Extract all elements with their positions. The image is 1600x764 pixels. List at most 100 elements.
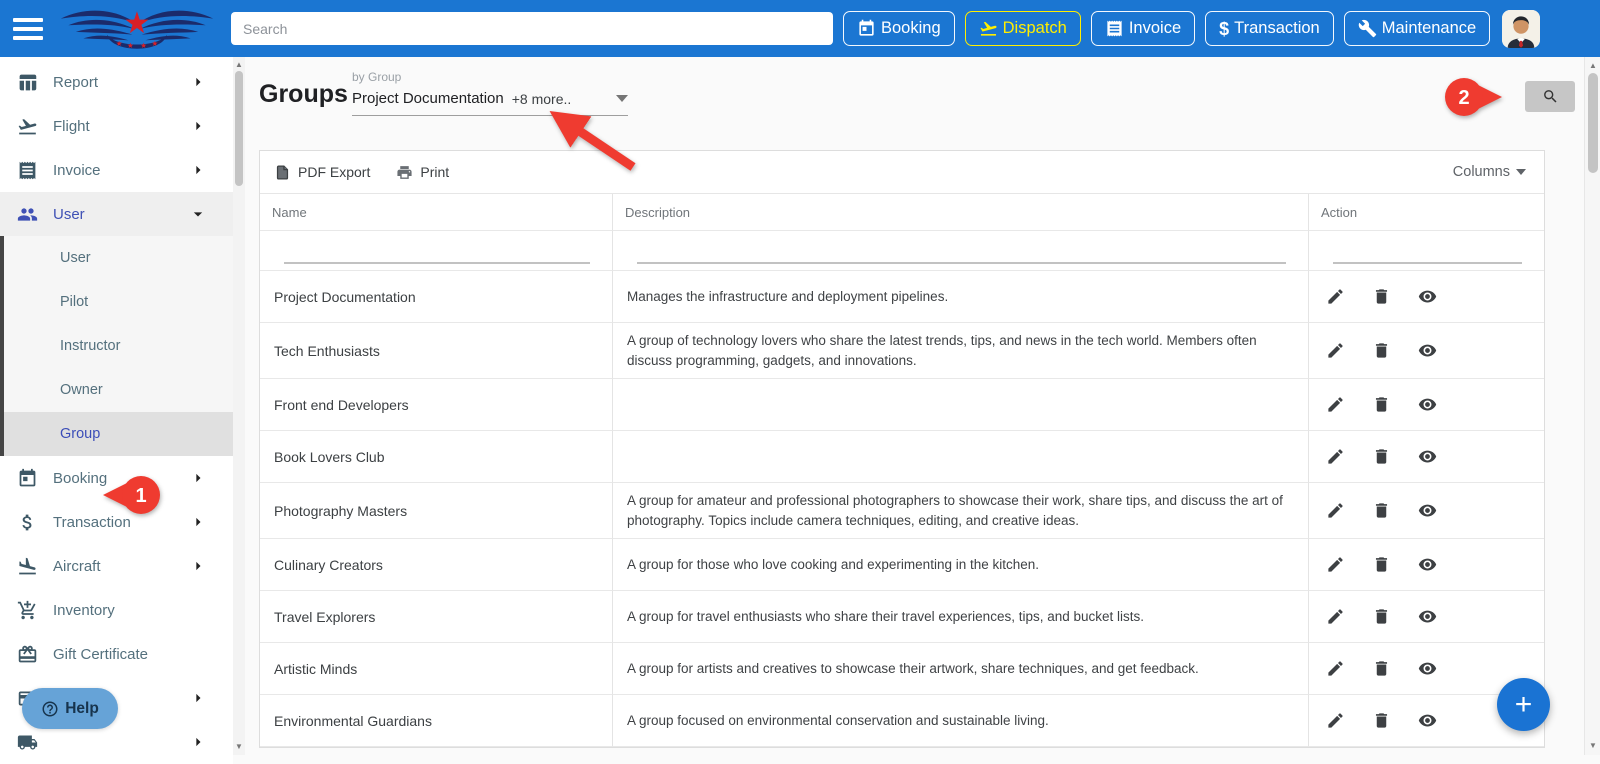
scroll-down-icon[interactable]: ▼ [233,741,245,753]
dispatch-nav-button[interactable]: Dispatch [964,11,1081,46]
invoice-nav-button[interactable]: Invoice [1090,11,1196,46]
delete-icon[interactable] [1372,395,1391,414]
column-header-name[interactable]: Name [260,194,613,231]
sidebar: Report Flight Invoice User User Pilot In… [0,57,245,764]
edit-icon[interactable] [1326,607,1345,626]
delete-icon[interactable] [1372,711,1391,730]
view-icon[interactable] [1418,287,1437,306]
sidebar-item-invoice[interactable]: Invoice [0,148,233,192]
table-toolbar: PDF Export Print Columns [260,151,1544,194]
pdf-export-label: PDF Export [298,164,371,180]
submenu-item-pilot[interactable]: Pilot [4,280,233,324]
name-filter-input[interactable] [284,262,590,264]
scroll-up-icon[interactable]: ▲ [1585,60,1600,72]
view-icon[interactable] [1418,659,1437,678]
user-avatar[interactable] [1502,9,1541,48]
table-row: Photography Masters A group for amateur … [260,483,1544,540]
booking-nav-button[interactable]: Booking [843,11,955,46]
flight-takeoff-icon [18,118,37,134]
row-description: A group focused on environmental conserv… [613,695,1309,748]
filter-more-badge: +8 more.. [511,90,572,107]
add-group-button[interactable]: + [1497,678,1550,731]
view-icon[interactable] [1418,711,1437,730]
table-chart-icon [19,74,37,90]
plus-icon: + [1514,687,1533,721]
print-button[interactable]: Print [396,164,449,181]
table-search-button[interactable] [1525,81,1575,112]
edit-icon[interactable] [1326,287,1345,306]
delete-icon[interactable] [1372,555,1391,574]
sidebar-label: Transaction [53,513,131,531]
sidebar-item-booking[interactable]: Booking [0,456,233,500]
delete-icon[interactable] [1372,659,1391,678]
edit-icon[interactable] [1326,501,1345,520]
group-filter-dropdown[interactable]: by Group Project Documentation +8 more.. [352,70,628,116]
sidebar-item-transaction[interactable]: Transaction [0,500,233,544]
submenu-item-instructor[interactable]: Instructor [4,324,233,368]
view-icon[interactable] [1418,341,1437,360]
sidebar-item-report[interactable]: Report [0,60,233,104]
help-button[interactable]: Help [22,688,118,729]
scrollbar-thumb[interactable] [1588,73,1598,173]
sidebar-item-flight[interactable]: Flight [0,104,233,148]
submenu-item-group[interactable]: Group [4,412,233,456]
delete-icon[interactable] [1372,501,1391,520]
svg-text:★: ★ [127,40,134,49]
columns-button[interactable]: Columns [1453,164,1526,180]
global-search [231,12,833,45]
action-filter-input[interactable] [1333,262,1522,264]
app-logo: ★ ★ ★ ★ ★ [57,2,221,56]
chevron-right-icon [196,517,201,527]
transaction-nav-button[interactable]: $ Transaction [1205,11,1334,46]
view-icon[interactable] [1418,395,1437,414]
page-scrollbar[interactable]: ▲ ▼ [1584,57,1600,755]
delete-icon[interactable] [1372,607,1391,626]
submenu-item-user[interactable]: User [4,236,233,280]
chevron-right-icon [196,693,201,703]
table-row: Tech Enthusiasts A group of technology l… [260,323,1544,380]
description-filter-input[interactable] [637,262,1286,264]
sidebar-item-gift-certificate[interactable]: Gift Certificate [0,632,233,676]
table-row: Project Documentation Manages the infras… [260,271,1544,323]
table-filter-row [260,231,1544,271]
table-header-row: Name Description Action [260,194,1544,231]
edit-icon[interactable] [1326,711,1345,730]
pdf-export-button[interactable]: PDF Export [274,164,370,181]
sidebar-item-aircraft[interactable]: Aircraft [0,544,233,588]
delete-icon[interactable] [1372,287,1391,306]
table-row: Travel Explorers A group for travel enth… [260,591,1544,644]
chevron-right-icon [196,121,201,131]
submenu-item-owner[interactable]: Owner [4,368,233,412]
row-description [613,431,1309,484]
dispatch-nav-label: Dispatch [1002,19,1067,37]
svg-text:★: ★ [152,38,159,47]
row-name: Tech Enthusiasts [260,323,613,380]
scrollbar-thumb[interactable] [235,71,243,186]
maintenance-nav-button[interactable]: Maintenance [1343,11,1491,46]
edit-icon[interactable] [1326,447,1345,466]
scroll-down-icon[interactable]: ▼ [1585,740,1600,752]
view-icon[interactable] [1418,555,1437,574]
view-icon[interactable] [1418,447,1437,466]
row-actions [1309,379,1544,432]
search-input[interactable] [231,12,833,45]
row-actions [1309,483,1544,540]
delete-icon[interactable] [1372,341,1391,360]
sidebar-scrollbar[interactable]: ▲ ▼ [233,57,245,755]
view-icon[interactable] [1418,607,1437,626]
column-header-description[interactable]: Description [613,194,1309,231]
svg-text:★: ★ [124,6,151,39]
menu-hamburger-icon[interactable] [13,17,43,40]
view-icon[interactable] [1418,501,1437,520]
delete-icon[interactable] [1372,447,1391,466]
people-icon [17,207,38,221]
scroll-up-icon[interactable]: ▲ [233,59,245,71]
sidebar-item-inventory[interactable]: Inventory [0,588,233,632]
receipt-icon [1107,20,1122,37]
edit-icon[interactable] [1326,395,1345,414]
edit-icon[interactable] [1326,341,1345,360]
sidebar-item-user[interactable]: User [0,192,233,236]
edit-icon[interactable] [1326,659,1345,678]
dropdown-arrow-icon [616,95,628,102]
edit-icon[interactable] [1326,555,1345,574]
